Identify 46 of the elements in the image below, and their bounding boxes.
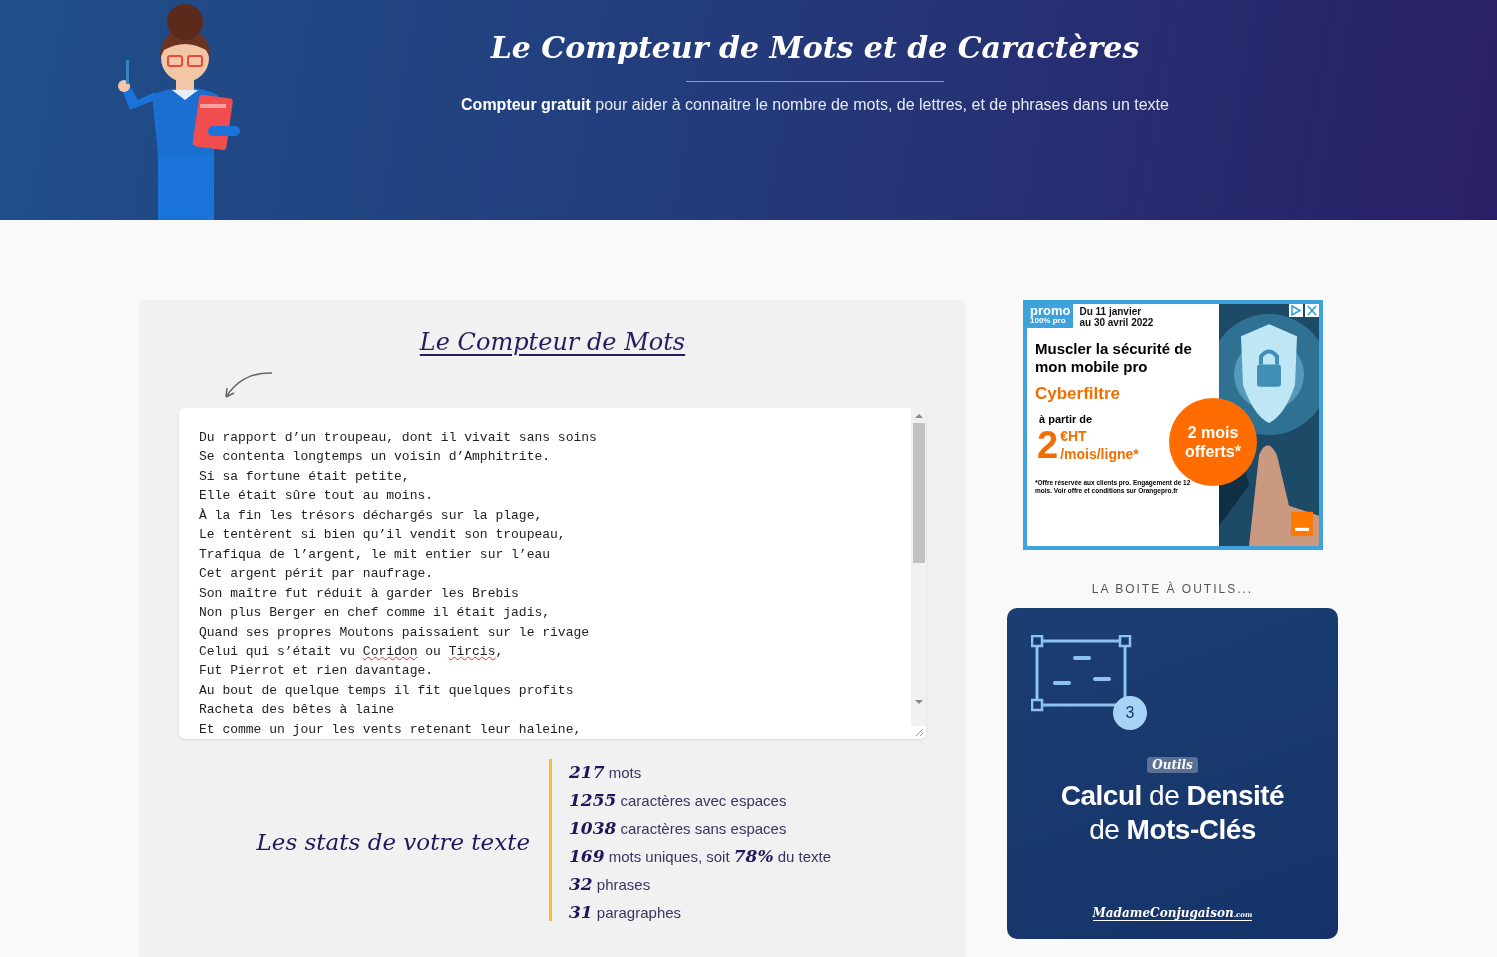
category-tag: Outils [1147,757,1198,773]
ad-product: Cyberfiltre [1035,384,1122,404]
count-badge: 3 [1113,696,1147,730]
text-line: Le tentèrent si bien qu’il vendit son troupeau, [199,526,566,545]
text-line: Du rapport d’un troupeau, dont il vivait sans soins [199,429,597,447]
text-line: Racheta des bêtes à laine [199,701,395,720]
text-line: Quand ses propres Moutons paissaient sur le rivage [199,623,590,642]
ad-price-unit: €HT [1060,427,1088,445]
scrollbar[interactable] [911,408,926,726]
play-icon[interactable] [1289,304,1303,317]
stat-line: 31 paragraphes [569,901,683,924]
stat-line: 1255 caractères avec espaces [569,789,788,812]
promo-badge: promo 100% pro [1027,304,1074,328]
text-line: Si sa fortune était petite, [199,467,410,486]
text-line: À la fin les trésors déchargés sur la plage, [199,506,543,525]
ad-banner[interactable] [1023,300,1323,550]
ad-price-period: /mois/ligne* [1060,445,1139,463]
arrow-icon [222,370,274,400]
stat-line: 1038 caractères sans espaces [569,817,788,840]
section-title[interactable]: Le Compteur de Mots [419,328,686,356]
subtitle: Compteur gratuit pour aider à connaitre le nombre de mots, de lettres, et de phrases dans un texte [461,96,1169,114]
text-line: Elle était sûre tout au moins. [199,487,434,506]
text-line: Fut Pierrot et rien davantage. [199,662,434,681]
ad-headline: Muscler la sécurité de mon mobile pro [1035,340,1193,376]
text-line: Et comme un jour les vents retenant leur haleine, [199,720,582,739]
text-line: Non plus Berger en chef comme il était jadis, [199,604,551,623]
resize-grip-icon[interactable] [914,727,924,737]
stat-line: 32 phrases [569,873,652,896]
close-icon[interactable] [1305,304,1319,317]
text-line: Trafiqua de l’argent, le mit entier sur l’eau [199,545,551,564]
text-line: Son maître fut réduit à garder les Brebis [199,584,519,603]
ad-price: 2 [1037,425,1059,465]
ad-date: au 30 avril 2022 [1079,317,1154,328]
stat-line: 217 mots [569,761,643,784]
text-line: Se contenta longtemps un voisin d’Amphitrite. [199,448,551,467]
page-title: Le Compteur de Mots et de Caractères [490,30,1140,65]
toolbox-heading: LA BOITE À OUTILS... [1091,582,1254,596]
ad-date: Du 11 janvier [1079,307,1142,318]
tool-title: Calcul de Densité de Mots-Clés [1059,779,1286,847]
stats-title: Les stats de votre texte [256,828,530,855]
ad-price-label: à partir de [1039,413,1094,425]
text-line: Celui qui s’était vu Coridon ou Tircis, [199,643,504,661]
text-input[interactable] [179,408,926,739]
stat-line: 169 mots uniques, soit 78% du texte [569,845,832,868]
text-line: Cet argent périt par naufrage. [199,565,434,584]
text-line: Au bout de quelque temps il fit quelques profits [199,681,574,700]
